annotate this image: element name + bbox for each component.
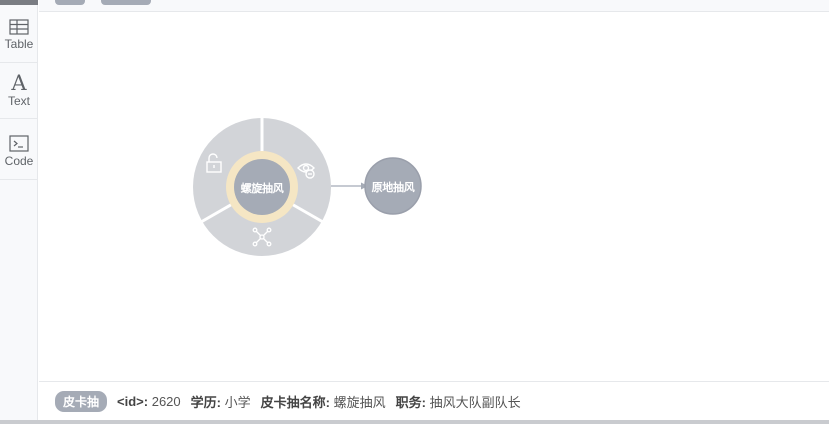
sidebar-item-text[interactable]: A Text bbox=[0, 64, 38, 119]
sidebar-item-label: Table bbox=[4, 37, 34, 51]
sidebar-item-table[interactable]: Table bbox=[0, 8, 38, 63]
property-key: 学历: bbox=[190, 394, 221, 410]
text-icon: A bbox=[11, 71, 27, 95]
property-value: 2620 bbox=[151, 393, 181, 409]
property-value: 抽风大队副队长 bbox=[429, 394, 521, 410]
sidebar-item-label: Code bbox=[4, 154, 34, 168]
sidebar-active-indicator bbox=[0, 0, 38, 5]
property-value: 螺旋抽风 bbox=[333, 394, 386, 410]
bottom-divider bbox=[0, 420, 829, 424]
graph-svg bbox=[193, 116, 422, 256]
property-name: 皮卡抽名称: 螺旋抽风 bbox=[261, 392, 386, 411]
property-position: 职务: 抽风大队副队长 bbox=[396, 392, 521, 411]
top-toolbar bbox=[39, 0, 829, 12]
target-node-label: 原地抽风 bbox=[371, 182, 415, 194]
sidebar-item-code[interactable]: Code bbox=[0, 120, 38, 180]
property-key: <id>: bbox=[117, 393, 149, 409]
toolbar-chip[interactable] bbox=[55, 0, 85, 5]
table-icon bbox=[9, 19, 29, 35]
code-icon bbox=[9, 135, 29, 152]
left-sidebar: Table A Text Code bbox=[0, 0, 38, 424]
toolbar-chip[interactable] bbox=[101, 0, 151, 5]
node-details-bar: 皮卡抽 <id>: 2620 学历: 小学 皮卡抽名称: 螺旋抽风 职务: 抽风… bbox=[39, 381, 829, 420]
property-key: 职务: bbox=[395, 394, 426, 410]
property-key: 皮卡抽名称: bbox=[260, 394, 330, 410]
graph-canvas[interactable]: 螺旋抽风 原地抽风 bbox=[39, 12, 829, 381]
property-education: 学历: 小学 bbox=[191, 392, 251, 411]
property-id: <id>: 2620 bbox=[117, 394, 181, 409]
sidebar-item-label: Text bbox=[7, 94, 30, 108]
node-label-badge[interactable]: 皮卡抽 bbox=[55, 390, 108, 412]
center-node-label: 螺旋抽风 bbox=[240, 183, 284, 195]
property-value: 小学 bbox=[224, 394, 251, 410]
